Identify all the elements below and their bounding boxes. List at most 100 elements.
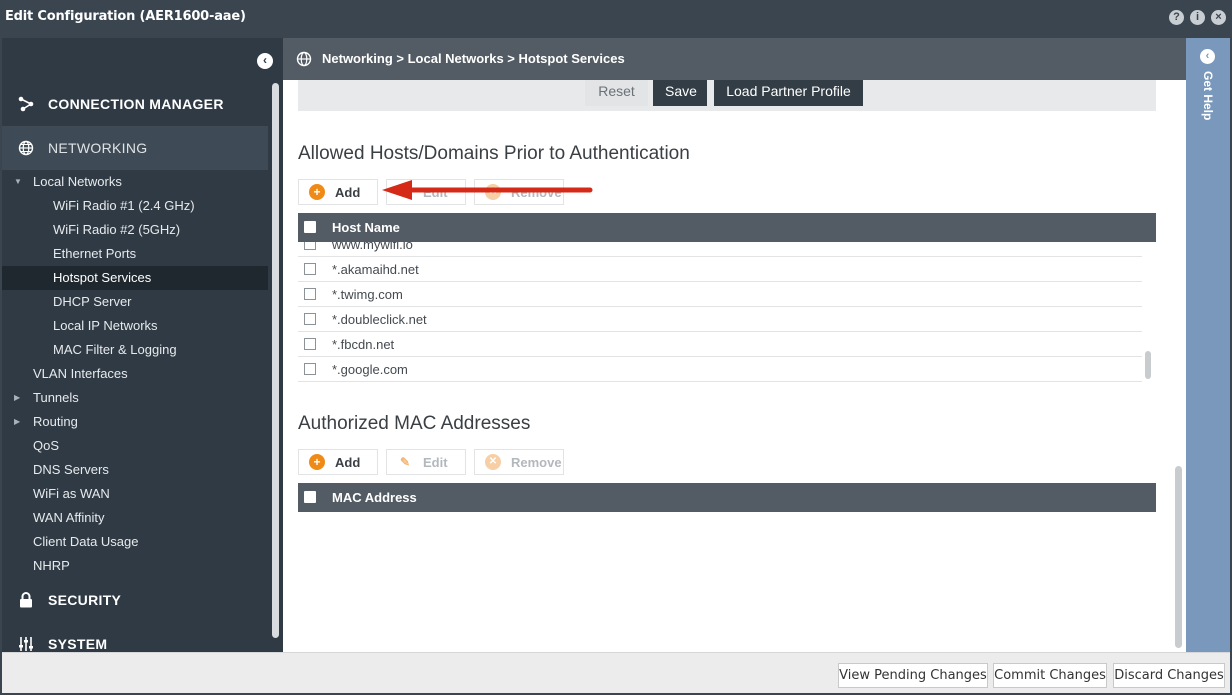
sidebar-collapse-icon[interactable]: ‹: [257, 53, 273, 69]
sidebar-item-mac-filter-logging[interactable]: MAC Filter & Logging: [2, 338, 268, 362]
sidebar-section-label: CONNECTION MANAGER: [48, 96, 224, 112]
sidebar-item-hotspot-services[interactable]: Hotspot Services: [2, 266, 268, 290]
sidebar-section-label: SECURITY: [48, 592, 122, 608]
sidebar-item-dns-servers[interactable]: DNS Servers: [2, 458, 268, 482]
sliders-icon: [16, 634, 36, 652]
allowed-hosts-title: Allowed Hosts/Domains Prior to Authentic…: [298, 143, 690, 164]
button-label: Add: [335, 454, 361, 470]
pencil-icon: ✎: [399, 455, 411, 469]
get-help-panel[interactable]: ‹ Get Help: [1186, 38, 1230, 652]
sidebar-item-client-data-usage[interactable]: Client Data Usage: [2, 530, 268, 554]
sidebar-item-wifi-radio-2[interactable]: WiFi Radio #2 (5GHz): [2, 218, 268, 242]
table-row[interactable]: *.google.com: [298, 357, 1142, 382]
row-checkbox[interactable]: [304, 313, 316, 325]
button-label: Remove: [511, 454, 562, 470]
help-icon[interactable]: ?: [1169, 10, 1184, 25]
column-header-host-name: Host Name: [332, 220, 400, 235]
get-help-label[interactable]: Get Help: [1201, 71, 1215, 120]
red-arrow-annotation-icon: [382, 180, 593, 200]
table-row[interactable]: *.doubleclick.net: [298, 307, 1142, 332]
sidebar-section-label: SYSTEM: [48, 636, 108, 652]
discard-changes-button[interactable]: Discard Changes: [1113, 663, 1225, 688]
select-all-mac-checkbox[interactable]: [304, 491, 316, 503]
table-row[interactable]: *.fbcdn.net: [298, 332, 1142, 357]
sidebar-item-ethernet-ports[interactable]: Ethernet Ports: [2, 242, 268, 266]
sidebar-section-networking[interactable]: NETWORKING: [2, 126, 268, 170]
sidebar-item-nhrp[interactable]: NHRP: [2, 554, 268, 578]
content-scrollbar[interactable]: [1175, 466, 1182, 648]
sidebar: ‹ CONNECTION MANAGER NETWORKING ▼ Local …: [2, 38, 283, 652]
column-header-mac-address: MAC Address: [332, 490, 417, 505]
row-checkbox[interactable]: [304, 363, 316, 375]
caret-right-icon: ▶: [14, 393, 21, 402]
table-row[interactable]: *.twimg.com: [298, 282, 1142, 307]
sidebar-item-wifi-radio-1[interactable]: WiFi Radio #1 (2.4 GHz): [2, 194, 268, 218]
sidebar-item-label: Local Networks: [33, 174, 122, 189]
info-icon[interactable]: i: [1190, 10, 1205, 25]
share-icon: [16, 94, 36, 114]
remove-icon: ✕: [485, 454, 501, 470]
sidebar-scrollbar[interactable]: [272, 83, 279, 638]
table-row[interactable]: *.akamaihd.net: [298, 257, 1142, 282]
row-checkbox[interactable]: [304, 288, 316, 300]
plus-icon: +: [309, 184, 325, 200]
mac-addresses-title: Authorized MAC Addresses: [298, 413, 531, 434]
config-toolbar: Reset Save Load Partner Profile: [298, 80, 1156, 111]
sidebar-item-dhcp-server[interactable]: DHCP Server: [2, 290, 268, 314]
main-content: Reset Save Load Partner Profile Allowed …: [283, 80, 1186, 652]
sidebar-item-qos[interactable]: QoS: [2, 434, 268, 458]
row-checkbox[interactable]: [304, 263, 316, 275]
sidebar-section-label: NETWORKING: [48, 140, 148, 156]
sidebar-item-local-networks[interactable]: ▼ Local Networks: [2, 170, 268, 194]
save-button[interactable]: Save: [653, 80, 707, 106]
commit-changes-button[interactable]: Commit Changes: [993, 663, 1107, 688]
select-all-hosts-checkbox[interactable]: [304, 221, 316, 233]
host-name-cell: *.akamaihd.net: [332, 262, 419, 277]
host-name-cell: *.doubleclick.net: [332, 312, 427, 327]
caret-right-icon: ▶: [14, 417, 21, 426]
host-name-cell: *.fbcdn.net: [332, 337, 395, 352]
row-checkbox[interactable]: [304, 242, 316, 250]
view-pending-changes-button[interactable]: View Pending Changes: [838, 663, 988, 688]
globe-icon: [296, 51, 312, 67]
host-list-scrollbar[interactable]: [1145, 351, 1151, 379]
footer-bar: View Pending Changes Commit Changes Disc…: [2, 652, 1230, 693]
reset-button[interactable]: Reset: [585, 80, 648, 106]
host-name-list: www.mywifi.io *.akamaihd.net *.twimg.com…: [298, 242, 1142, 382]
sidebar-item-wifi-as-wan[interactable]: WiFi as WAN: [2, 482, 268, 506]
sidebar-item-routing[interactable]: ▶ Routing: [2, 410, 268, 434]
breadcrumb: Networking > Local Networks > Hotspot Se…: [322, 51, 625, 66]
sidebar-item-vlan-interfaces[interactable]: VLAN Interfaces: [2, 362, 268, 386]
sidebar-item-local-ip-networks[interactable]: Local IP Networks: [2, 314, 268, 338]
host-name-cell: *.twimg.com: [332, 287, 403, 302]
mac-address-table-header: MAC Address: [298, 483, 1156, 512]
help-toggle-icon[interactable]: ‹: [1200, 49, 1215, 64]
allowed-hosts-add-button[interactable]: + Add: [298, 179, 378, 205]
breadcrumb-bar: Networking > Local Networks > Hotspot Se…: [283, 38, 1186, 80]
sidebar-item-tunnels[interactable]: ▶ Tunnels: [2, 386, 268, 410]
button-label: Add: [335, 184, 361, 200]
load-partner-profile-button[interactable]: Load Partner Profile: [714, 80, 863, 106]
table-row[interactable]: www.mywifi.io: [298, 242, 1142, 257]
mac-edit-button[interactable]: ✎ Edit: [386, 449, 466, 475]
sidebar-item-label: Routing: [33, 414, 78, 429]
sidebar-item-label: Tunnels: [33, 390, 79, 405]
window-controls: ? i ×: [1169, 10, 1226, 25]
sidebar-section-security[interactable]: SECURITY: [2, 578, 268, 622]
sidebar-section-connection-manager[interactable]: CONNECTION MANAGER: [2, 82, 268, 126]
window-title: Edit Configuration (AER1600-aae): [5, 9, 246, 24]
caret-down-icon: ▼: [14, 177, 22, 186]
close-icon[interactable]: ×: [1211, 10, 1226, 25]
title-bar: Edit Configuration (AER1600-aae) ? i ×: [0, 0, 1232, 36]
button-label: Edit: [423, 454, 448, 470]
globe-icon: [16, 138, 36, 158]
sidebar-section-system[interactable]: SYSTEM: [2, 622, 268, 652]
mac-remove-button[interactable]: ✕ Remove: [474, 449, 564, 475]
mac-add-button[interactable]: + Add: [298, 449, 378, 475]
row-checkbox[interactable]: [304, 338, 316, 350]
plus-icon: +: [309, 454, 325, 470]
host-name-table-header: Host Name: [298, 213, 1156, 242]
sidebar-item-wan-affinity[interactable]: WAN Affinity: [2, 506, 268, 530]
lock-icon: [16, 590, 36, 610]
host-name-cell: www.mywifi.io: [332, 242, 413, 252]
